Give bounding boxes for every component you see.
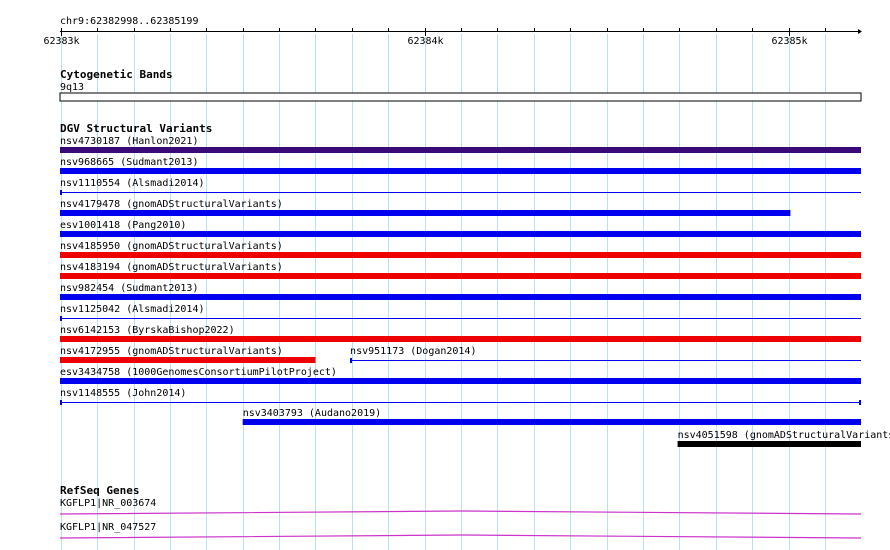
variant-bar-start-cap (350, 358, 353, 363)
variant-bar-start-cap (60, 400, 62, 405)
variant-label[interactable]: nsv4172955 (gnomADStructuralVariants) (60, 346, 283, 357)
variant-bar[interactable] (60, 378, 861, 384)
refseq-track: RefSeq Genes KGFLP1|NR_003674 KGFLP1|NR_0… (59, 484, 862, 539)
ruler-tick-label: 62383k (43, 36, 79, 47)
variant-label[interactable]: nsv4179478 (gnomADStructuralVariants) (60, 199, 283, 210)
variant-bar[interactable] (60, 336, 861, 342)
variant-bar-start-cap (60, 316, 62, 321)
variant-bar[interactable] (350, 360, 861, 361)
variant-bar-end-cap (859, 400, 861, 405)
variant-label[interactable]: esv1001418 (Pang2010) (60, 220, 186, 231)
ruler-tick-label: 62385k (771, 36, 807, 47)
track-canvas: chr9:62382998..62385199 62383k 62384k 6238… (43, 16, 890, 550)
gene-intron-line[interactable] (59, 534, 862, 539)
variant-bar[interactable] (60, 357, 316, 363)
variant-label[interactable]: nsv968665 (Sudmant2013) (60, 157, 198, 168)
variant-label[interactable]: nsv4051598 (gnomADStructuralVariants) (678, 430, 890, 441)
gene-intron-line[interactable] (59, 510, 862, 515)
gene-label[interactable]: KGFLP1|NR_047527 (60, 522, 156, 533)
variant-label[interactable]: nsv1148555 (John2014) (60, 388, 186, 399)
variant-label[interactable]: nsv6142153 (ByrskaBishop2022) (60, 325, 235, 336)
ruler-arrow-icon (858, 29, 862, 34)
cytoband-track-title: Cytogenetic Bands (60, 68, 173, 81)
variant-label[interactable]: nsv4185950 (gnomADStructuralVariants) (60, 241, 283, 252)
ruler-tick-label: 62384k (407, 36, 443, 47)
refseq-track-title: RefSeq Genes (60, 484, 139, 497)
variant-label[interactable]: nsv4730187 (Hanlon2021) (60, 136, 198, 147)
variant-label[interactable]: esv3434758 (1000GenomesConsortiumPilotPr… (60, 367, 337, 378)
variant-label[interactable]: nsv3403793 (Audano2019) (243, 408, 381, 419)
variant-bar[interactable] (60, 294, 861, 300)
variant-bar[interactable] (60, 192, 861, 193)
variant-bar[interactable] (242, 419, 861, 425)
gene-label[interactable]: KGFLP1|NR_003674 (60, 498, 156, 509)
variant-label[interactable]: nsv1110554 (Alsmadi2014) (60, 178, 205, 189)
variant-bar[interactable] (60, 318, 861, 319)
genome-browser-view: chr9:62382998..62385199 62383k 62384k 6238… (0, 0, 890, 550)
ruler: chr9:62382998..62385199 62383k 62384k 6238… (43, 16, 862, 47)
variant-bar[interactable] (60, 273, 861, 279)
cytoband-track: Cytogenetic Bands 9q13 (59, 68, 862, 102)
variant-bar[interactable] (677, 441, 861, 447)
variant-label[interactable]: nsv951173 (Dogan2014) (350, 346, 476, 357)
variant-label[interactable]: nsv4183194 (gnomADStructuralVariants) (60, 262, 283, 273)
region-label: chr9:62382998..62385199 (60, 16, 198, 27)
cytoband-label[interactable]: 9q13 (60, 82, 84, 93)
dgv-track: DGV Structural Variants nsv4730187 (Hanl… (60, 122, 890, 447)
variant-bar[interactable] (60, 147, 861, 153)
variant-bar[interactable] (60, 402, 861, 403)
variant-bar[interactable] (60, 210, 791, 216)
variant-label[interactable]: nsv982454 (Sudmant2013) (60, 283, 198, 294)
cytoband-bar[interactable] (59, 92, 862, 102)
variant-label[interactable]: nsv1125042 (Alsmadi2014) (60, 304, 205, 315)
variant-bar[interactable] (60, 231, 861, 237)
variant-bar[interactable] (60, 168, 861, 174)
variant-bar[interactable] (60, 252, 861, 258)
dgv-track-title: DGV Structural Variants (60, 122, 212, 135)
variant-bar-start-cap (60, 190, 62, 195)
